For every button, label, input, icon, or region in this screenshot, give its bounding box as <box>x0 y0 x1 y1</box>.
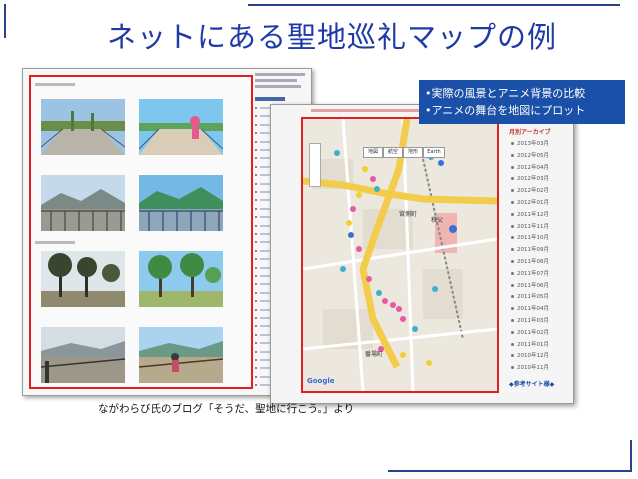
left-sidebar-bullet <box>255 140 257 143</box>
left-sidebar-bullet <box>255 199 257 202</box>
left-sidebar-bullet <box>255 241 257 244</box>
anime-photo-town-image <box>139 327 223 383</box>
anime-photo-bridge <box>139 99 223 155</box>
left-sidebar-bullet <box>255 350 257 353</box>
real-photo-trees-image <box>41 251 125 307</box>
left-sidebar-bullet <box>255 249 257 252</box>
map-page-header <box>311 109 431 112</box>
archive-link[interactable]: 2011年01月 <box>511 340 549 348</box>
archive-link[interactable]: 2011年07月 <box>511 269 549 277</box>
left-sidebar-bullet <box>255 275 257 277</box>
links-heading: ◆参考サイト様◆ <box>509 381 555 388</box>
left-sidebar-bullet <box>255 233 257 235</box>
map-canvas[interactable] <box>303 119 497 391</box>
real-photo-town <box>41 327 125 383</box>
archive-link[interactable]: 2011年05月 <box>511 292 549 300</box>
map-google-logo: Google <box>307 377 335 385</box>
archive-link[interactable]: 2011年11月 <box>511 222 549 230</box>
archive-link[interactable]: 2011年10月 <box>511 233 549 241</box>
archive-link[interactable]: 2010年12月 <box>511 351 549 359</box>
anime-photo-trees-image <box>139 251 223 307</box>
archive-link[interactable]: 2010年11月 <box>511 363 549 371</box>
deco-line-top-horizontal <box>248 4 620 6</box>
left-sidebar-bullet <box>255 325 257 328</box>
map-label-district-2: 番場町 <box>365 351 384 358</box>
map-type-button-map[interactable]: 地図 <box>363 147 383 158</box>
left-sidebar-bullet <box>255 333 257 336</box>
left-sidebar-bullet <box>255 165 257 168</box>
left-sidebar-bullet <box>255 115 257 118</box>
archive-link[interactable]: 2011年03月 <box>511 316 549 324</box>
archive-link[interactable]: 2011年06月 <box>511 281 549 289</box>
anime-photo-town <box>139 327 223 383</box>
anime-photo-railing <box>139 175 223 231</box>
archive-link[interactable]: 2012年05月 <box>511 151 549 159</box>
slide-caption: ながわらび氏のブログ「そうだ、聖地に行こう。」より <box>98 403 355 415</box>
archive-link[interactable]: 2012年02月 <box>511 186 549 194</box>
left-sidebar-bullet <box>255 258 257 261</box>
callout-box: •実際の風景とアニメ背景の比較 •アニメの舞台を地図にプロット <box>419 80 625 124</box>
left-sidebar-bullet <box>255 317 257 319</box>
anime-photo-bridge-image <box>139 99 223 155</box>
map-type-button-terrain[interactable]: 地形 <box>403 147 423 158</box>
callout-line-2: •アニメの舞台を地図にプロット <box>425 104 586 117</box>
callout-line-1: •実際の風景とアニメ背景の比較 <box>425 87 586 100</box>
left-sidebar-bullet <box>255 157 257 160</box>
deco-line-bottom-right-vertical <box>630 440 632 472</box>
blog-section-label <box>35 83 75 86</box>
slide-title: ネットにある聖地巡礼マップの例 <box>106 20 557 54</box>
left-sidebar-bullet <box>255 107 257 109</box>
deco-line-bottom-horizontal <box>388 470 632 472</box>
anime-photo-trees <box>139 251 223 307</box>
blog-section-label-2 <box>35 241 75 244</box>
archive-link[interactable]: 2012年04月 <box>511 163 549 171</box>
map-page-sidebar: 月別アーカイブ 2013年03月 2012年05月 2012年04月 2012年03月… <box>507 127 567 397</box>
left-sidebar-bullet <box>255 291 257 294</box>
left-sidebar-bullet <box>255 224 257 227</box>
left-sidebar-bullet <box>255 123 257 126</box>
map-screenshot-right: 地図 航空 地形 Earth 宮側町 秩父 番場町 Google 月別アーカイブ… <box>270 104 574 404</box>
left-sidebar-bullet <box>255 367 257 370</box>
archive-link[interactable]: 2011年08月 <box>511 257 549 265</box>
map-zoom-control[interactable] <box>309 143 321 187</box>
left-sidebar-bullet <box>255 266 257 269</box>
map-label-district: 宮側町 <box>399 211 418 218</box>
left-sidebar-bullet <box>255 300 257 303</box>
left-sidebar-bullet <box>255 342 257 345</box>
real-photo-trees <box>41 251 125 307</box>
deco-line-top-left-vertical <box>4 4 6 38</box>
left-sidebar-bullet <box>255 149 257 151</box>
archive-link[interactable]: 2011年04月 <box>511 304 549 312</box>
archive-link[interactable]: 2012年01月 <box>511 198 549 206</box>
map-label-station: 秩父 <box>431 217 444 224</box>
left-sidebar-bullet <box>255 359 257 361</box>
left-sidebar-bullet <box>255 375 257 378</box>
real-photo-bridge-image <box>41 99 125 155</box>
left-sidebar-bullet <box>255 174 257 177</box>
left-sidebar-bullet <box>255 207 257 210</box>
real-photo-bridge <box>41 99 125 155</box>
left-sidebar-bullet <box>255 308 257 311</box>
real-photo-railing-image <box>41 175 125 231</box>
left-sidebar-bullet <box>255 384 257 387</box>
map-type-button-earth[interactable]: Earth <box>423 147 445 158</box>
map-type-button-satellite[interactable]: 航空 <box>383 147 403 158</box>
left-sidebar-bullet <box>255 283 257 286</box>
real-photo-town-image <box>41 327 125 383</box>
archive-link[interactable]: 2013年03月 <box>511 139 549 147</box>
left-sidebar-bullet <box>255 132 257 135</box>
archive-link[interactable]: 2011年09月 <box>511 245 549 253</box>
map-frame: 地図 航空 地形 Earth 宮側町 秩父 番場町 Google <box>301 117 499 393</box>
blog-screenshot-left <box>22 68 312 396</box>
anime-photo-railing-image <box>139 175 223 231</box>
real-photo-railing <box>41 175 125 231</box>
archive-link[interactable]: 2012年03月 <box>511 174 549 182</box>
archive-link[interactable]: 2011年12月 <box>511 210 549 218</box>
left-sidebar-bullet <box>255 182 257 185</box>
left-sidebar-bullet <box>255 191 257 193</box>
archive-heading: 月別アーカイブ <box>509 129 551 136</box>
blog-content-frame <box>29 75 253 389</box>
archive-link[interactable]: 2011年02月 <box>511 328 549 336</box>
left-sidebar-bullet <box>255 216 257 219</box>
